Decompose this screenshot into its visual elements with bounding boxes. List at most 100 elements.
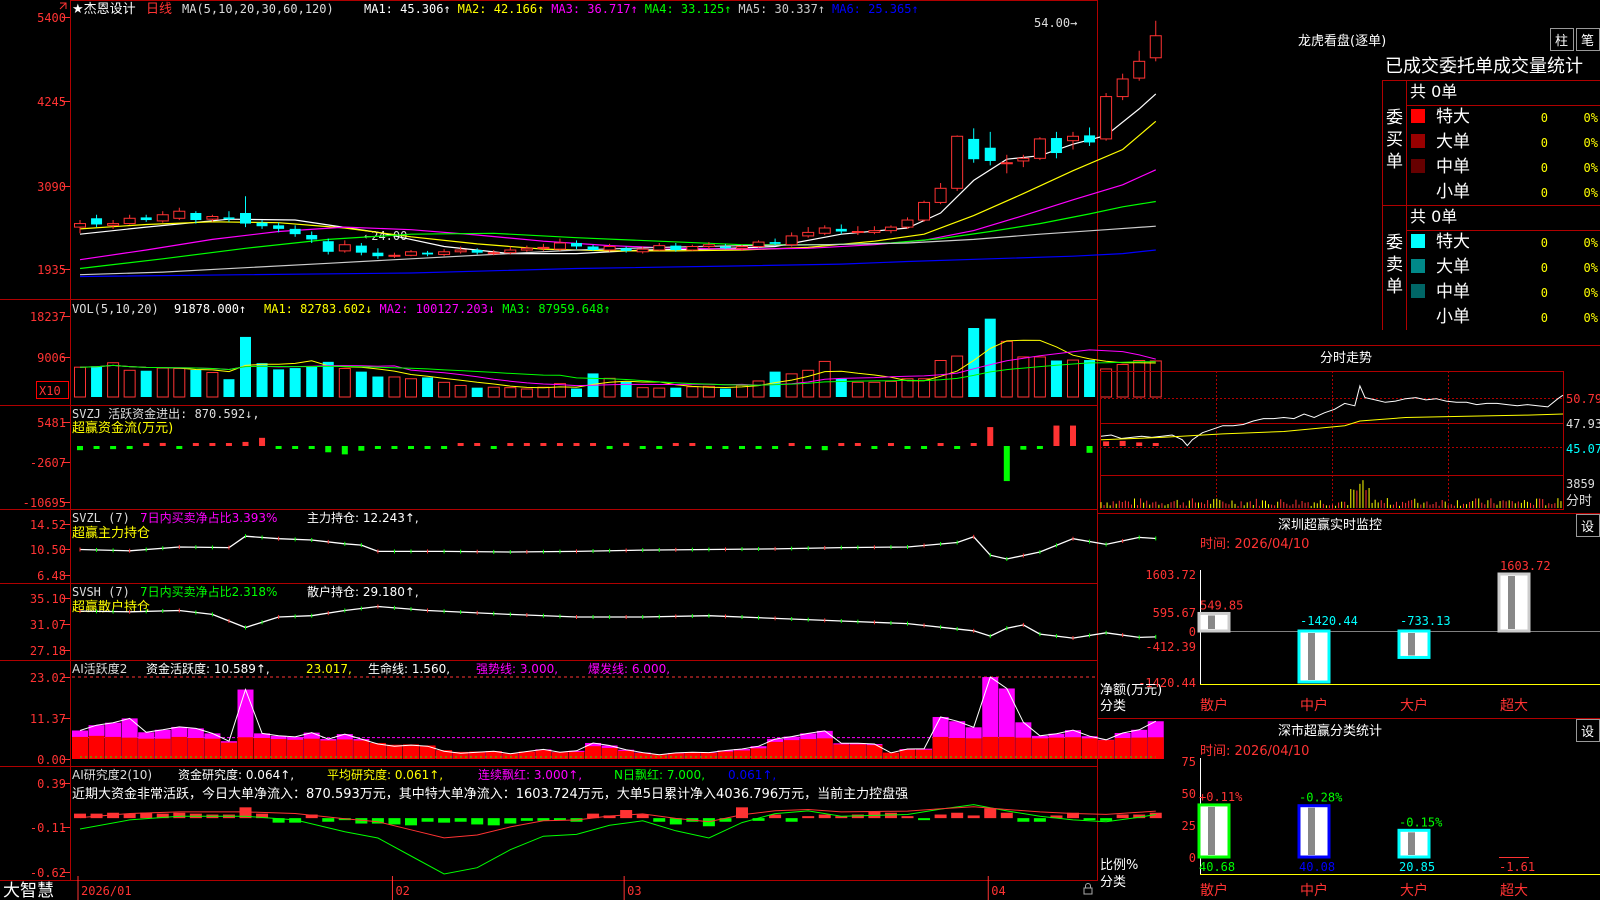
sell-row-pct: 0% [1584,286,1599,300]
candle-body [901,219,914,228]
volume-bar [1084,360,1096,397]
sell-row-pct: 0% [1584,261,1599,275]
svsh-y-axis: 35.10 31.07 27.18 [30,592,70,658]
svzj-bar [556,443,563,446]
buy-row-value: 0 [1541,111,1548,125]
buy-swatch [1411,134,1425,148]
vol-tick-label: 9006 [37,351,66,365]
aia-bar-base [1114,737,1131,759]
candle-body [273,225,285,229]
candle-body [736,246,748,249]
svzj-bar [987,427,994,446]
air-tick-label: 0.39 [37,777,66,791]
volume-bar [438,381,451,398]
vol-header-label: VOL(5,10,20) [72,302,159,316]
date-label: 02 [395,884,409,898]
buy-row-label: 特大 [1436,107,1470,127]
vol-unit: X10 [39,384,61,398]
svzj-bar [1036,446,1043,449]
market-chart-canvas[interactable]: ★杰恩设计 日线 MA(5,10,20,30,60,120) MA1: 45.3… [0,0,1600,900]
svzj-bar [408,446,414,449]
svzj-bar [126,446,133,449]
svzj-bar [954,446,961,449]
svzj-bar [93,446,100,449]
aia-bar-base [336,739,353,759]
volume-bar [256,363,268,397]
aia-bar-base [568,751,585,759]
stroke-button[interactable]: 笔 [1576,28,1600,51]
volume-bar [951,355,964,398]
aia-bar-base [535,750,552,759]
candle-body [1100,96,1113,140]
stroke-button-label: 笔 [1581,33,1594,49]
candle-body [587,246,599,251]
svzl-subtitle: 超赢主力持仓 [72,525,150,541]
svzj-bar [507,443,514,446]
price-tick-label: 1935 [37,263,66,277]
candle-body [968,138,980,160]
sz-class-settings-button[interactable]: 设 [1576,719,1600,742]
sell-swatch [1411,259,1425,273]
aia-bar-base [965,738,982,759]
sz-monitor-title: 深圳超赢实时监控 [1278,517,1382,533]
svzj-bar [1103,441,1110,446]
air-bar [653,818,666,822]
volume-bar [206,372,219,398]
column-button[interactable]: 柱 [1550,28,1574,51]
air-bar [504,818,517,824]
aia-bar-base [767,741,784,759]
aia-bar-base [700,752,717,759]
svzj-bar [424,446,431,449]
svzj-bar [639,446,646,449]
vol-ma-value-2: MA2: 100127.203↓ [380,302,496,316]
aia-bar-base [618,750,635,759]
candle-body [1000,162,1013,165]
sz-class-category: 散户 [1200,882,1228,899]
svsh-tick-label: 35.10 [30,592,66,606]
aia-bar-base [684,752,701,759]
sz-monitor-settings-button[interactable]: 设 [1576,514,1600,537]
buy-swatch [1411,109,1425,123]
svzl-tick-label: 6.48 [37,569,66,583]
svzj-bar [358,446,365,451]
sz-class-value-label: -1.61 [1499,860,1535,874]
sz-class-category: 中户 [1300,882,1328,899]
sell-row-label: 中单 [1436,282,1470,302]
volume-bar [273,369,285,397]
aia-bar-base [667,753,684,759]
svzj-bar [838,443,845,446]
candle-body [934,187,947,203]
volume-bar [868,381,881,398]
air-bar [388,818,401,825]
candle-body [603,246,616,251]
intraday-vol-label: 分时 [1566,494,1592,509]
svsh-subtitle: 超赢散户持仓 [72,599,150,615]
svzj-bar [805,446,812,449]
aia-bar-base [303,738,320,759]
svzl-tick-label: 10.50 [30,543,66,557]
svzj-bar [573,443,580,446]
candle-body [372,252,384,257]
volume-bar [107,362,120,398]
volume-bar [1116,364,1129,398]
svzj-bar [259,437,266,446]
volume-bar [719,388,731,397]
sz-monitor-tick-label: -412.39 [1145,640,1196,654]
svsh-tick-label: 31.07 [30,618,66,632]
svzj-bar [1119,440,1126,446]
sz-monitor-bar-shade [1308,633,1315,680]
candle-body [835,228,847,232]
aia-bar-base [750,748,767,759]
svzj-bar [854,443,861,446]
candle-body [355,245,367,253]
sell-total: 共 0单 [1410,207,1457,226]
candle-body [338,244,351,252]
ma-value-2: MA2: 42.166↑ [458,2,545,16]
volume-bar [1033,356,1046,398]
svzj-bar [821,446,828,451]
buy-row-value: 0 [1541,186,1548,200]
svsh-header: SVSH (7) [72,585,130,599]
svzj-bar [788,443,795,446]
air-bar [736,807,748,819]
sz-monitor-value-label: -733.13 [1400,614,1451,628]
